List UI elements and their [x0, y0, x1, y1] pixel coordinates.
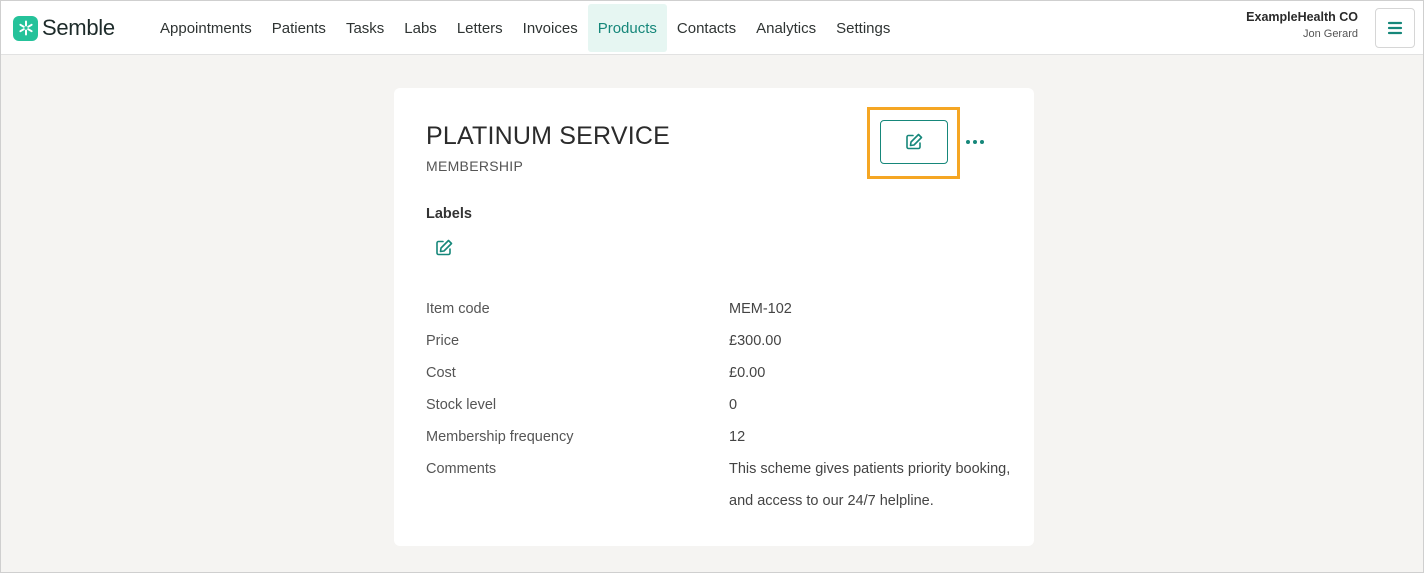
menu-button[interactable] — [1375, 8, 1415, 48]
nav-item-labs[interactable]: Labs — [394, 4, 447, 52]
more-options-button[interactable] — [962, 128, 988, 156]
detail-value: £300.00 — [729, 333, 782, 349]
detail-row-comments: Comments This scheme gives patients prio… — [426, 453, 1016, 517]
account-info[interactable]: ExampleHealth CO Jon Gerard — [1246, 10, 1358, 40]
ellipsis-icon — [966, 140, 984, 144]
nav-item-products[interactable]: Products — [587, 4, 667, 52]
product-title: PLATINUM SERVICE — [426, 122, 670, 150]
detail-value: 12 — [729, 429, 746, 445]
detail-key: Stock level — [426, 397, 497, 413]
account-org: ExampleHealth CO — [1246, 10, 1358, 24]
pencil-square-icon — [436, 239, 453, 256]
main-nav: Appointments Patients Tasks Labs Letters… — [150, 4, 900, 52]
nav-item-appointments[interactable]: Appointments — [150, 4, 262, 52]
nav-item-letters[interactable]: Letters — [447, 4, 513, 52]
detail-key: Comments — [426, 461, 497, 477]
edit-product-button[interactable] — [880, 120, 948, 164]
nav-item-tasks[interactable]: Tasks — [336, 4, 394, 52]
detail-row-stock-level: Stock level 0 — [426, 389, 1016, 421]
hamburger-icon — [1387, 21, 1403, 35]
nav-item-invoices[interactable]: Invoices — [513, 4, 588, 52]
nav-item-contacts[interactable]: Contacts — [667, 4, 746, 52]
nav-item-patients[interactable]: Patients — [262, 4, 336, 52]
account-user: Jon Gerard — [1302, 28, 1358, 40]
detail-row-membership-frequency: Membership frequency 12 — [426, 421, 1016, 453]
detail-key: Item code — [426, 301, 490, 317]
product-details: Item code MEM-102 Price £300.00 Cost £0.… — [426, 293, 1016, 517]
nav-item-analytics[interactable]: Analytics — [746, 4, 826, 52]
detail-row-cost: Cost £0.00 — [426, 357, 1016, 389]
pencil-square-icon — [906, 133, 923, 150]
detail-key: Price — [426, 333, 460, 349]
edit-labels-button[interactable] — [432, 236, 456, 260]
detail-key: Cost — [426, 365, 456, 381]
labels-heading: Labels — [426, 206, 472, 222]
top-bar: Semble Appointments Patients Tasks Labs … — [1, 1, 1423, 55]
detail-row-item-code: Item code MEM-102 — [426, 293, 1016, 325]
detail-value: This scheme gives patients priority book… — [729, 461, 1011, 509]
product-type: MEMBERSHIP — [426, 158, 524, 174]
semble-logo-icon — [13, 15, 38, 41]
detail-value: 0 — [729, 397, 738, 413]
detail-value: MEM-102 — [729, 301, 792, 317]
detail-key: Membership frequency — [426, 429, 574, 445]
logo-text: Semble — [42, 15, 115, 40]
semble-logo[interactable]: Semble — [13, 15, 115, 41]
detail-row-price: Price £300.00 — [426, 325, 1016, 357]
product-card: PLATINUM SERVICE MEMBERSHIP Labels Item … — [394, 88, 1034, 546]
detail-value: £0.00 — [729, 365, 766, 381]
nav-item-settings[interactable]: Settings — [826, 4, 900, 52]
